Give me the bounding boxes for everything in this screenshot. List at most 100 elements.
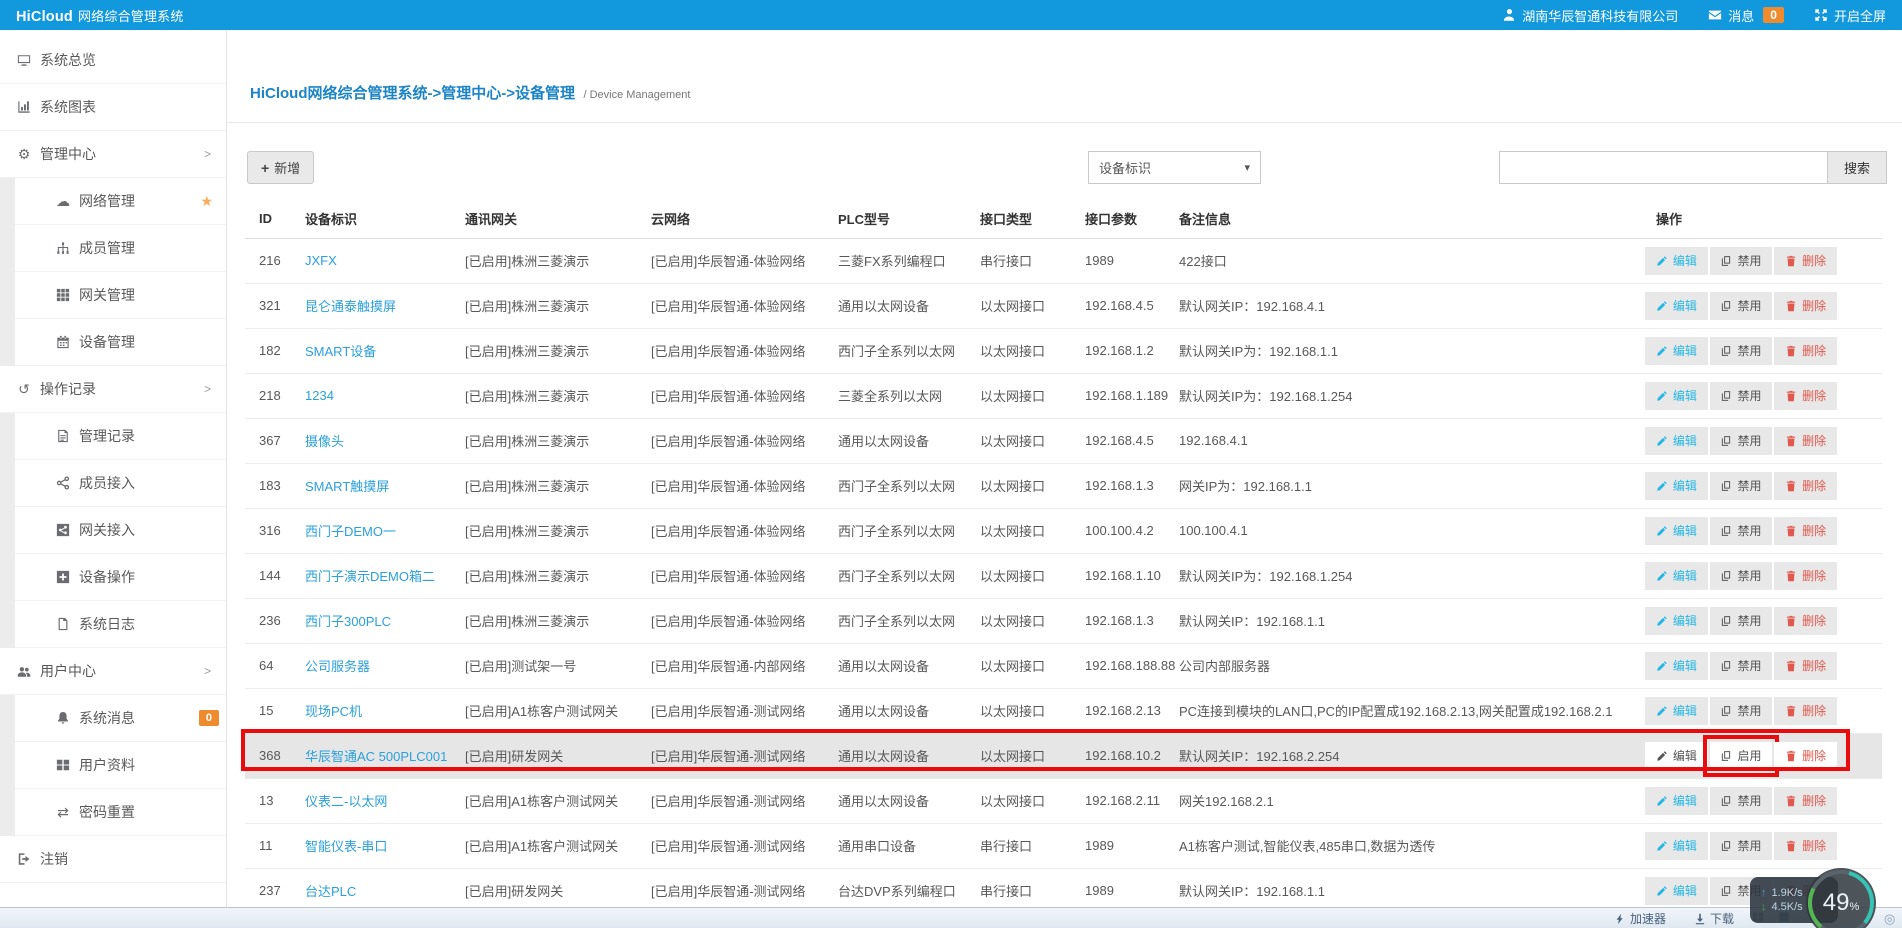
sidebar-item-gateway-access[interactable]: 网关接入 <box>15 507 226 554</box>
delete-button[interactable]: 删除 <box>1774 742 1837 770</box>
delete-button[interactable]: 删除 <box>1774 562 1837 590</box>
sidebar-item-operation-records[interactable]: ↺操作记录> <box>0 366 226 413</box>
device-name-link[interactable]: 华辰智通AC 500PLC001 <box>305 749 447 764</box>
disable-button[interactable]: 禁用 <box>1710 247 1773 275</box>
sidebar-item-password-reset[interactable]: ⇄密码重置 <box>15 789 226 836</box>
device-name-link[interactable]: 公司服务器 <box>305 659 370 674</box>
disable-button[interactable]: 禁用 <box>1710 382 1773 410</box>
filter-field-select[interactable]: 设备标识 ▾ <box>1088 151 1261 184</box>
sidebar-item-member-management[interactable]: 成员管理 <box>15 225 226 272</box>
sidebar-item-member-access[interactable]: 成员接入 <box>15 460 226 507</box>
edit-button[interactable]: 编辑 <box>1645 877 1708 905</box>
disable-button[interactable]: 禁用 <box>1710 607 1773 635</box>
plc-model-cell: 通用以太网设备 <box>838 733 980 778</box>
sidebar-item-device-operation[interactable]: 设备操作 <box>15 554 226 601</box>
device-name-link[interactable]: 摄像头 <box>305 434 344 449</box>
trash-icon <box>1785 750 1797 762</box>
delete-button[interactable]: 删除 <box>1774 427 1837 455</box>
accelerator-button[interactable]: 加速器 <box>1614 910 1666 927</box>
edit-button[interactable]: 编辑 <box>1645 517 1708 545</box>
search-input[interactable] <box>1499 151 1827 184</box>
delete-button[interactable]: 删除 <box>1774 382 1837 410</box>
edit-button[interactable]: 编辑 <box>1645 697 1708 725</box>
sidebar-item-management-center[interactable]: ⚙管理中心> <box>0 131 226 178</box>
sidebar-item-user-center[interactable]: 用户中心> <box>0 648 226 695</box>
trash-icon <box>1785 525 1797 537</box>
device-name-link[interactable]: 西门子演示DEMO箱二 <box>305 569 435 584</box>
edit-button[interactable]: 编辑 <box>1645 742 1708 770</box>
device-name-link[interactable]: 现场PC机 <box>305 704 362 719</box>
delete-button[interactable]: 删除 <box>1774 787 1837 815</box>
edit-button[interactable]: 编辑 <box>1645 337 1708 365</box>
delete-button[interactable]: 删除 <box>1774 607 1837 635</box>
sidebar-item-system-charts[interactable]: 系统图表 <box>0 84 226 131</box>
edit-button[interactable]: 编辑 <box>1645 292 1708 320</box>
device-name-link[interactable]: SMART触摸屏 <box>305 479 389 494</box>
sidebar-item-network-management[interactable]: ☁网络管理★ <box>15 178 226 225</box>
device-name-link[interactable]: 昆仑通泰触摸屏 <box>305 299 396 314</box>
search-button[interactable]: 搜索 <box>1827 151 1887 184</box>
edit-button[interactable]: 编辑 <box>1645 427 1708 455</box>
delete-button[interactable]: 删除 <box>1774 247 1837 275</box>
edit-button[interactable]: 编辑 <box>1645 247 1708 275</box>
download-progress-widget[interactable]: 49% <box>1806 868 1876 928</box>
column-header-7: 备注信息 <box>1179 200 1645 238</box>
delete-button[interactable]: 删除 <box>1774 697 1837 725</box>
delete-button[interactable]: 删除 <box>1774 517 1837 545</box>
main-content: HiCloud网络综合管理系统->管理中心->设备管理 / Device Man… <box>227 30 1902 928</box>
sidebar-item-system-logs[interactable]: 系统日志 <box>15 601 226 648</box>
delete-button[interactable]: 删除 <box>1774 832 1837 860</box>
edit-button[interactable]: 编辑 <box>1645 832 1708 860</box>
edit-button[interactable]: 编辑 <box>1645 382 1708 410</box>
sidebar-item-management-records[interactable]: 管理记录 <box>15 413 226 460</box>
edit-button[interactable]: 编辑 <box>1645 787 1708 815</box>
disable-button[interactable]: 禁用 <box>1710 427 1773 455</box>
interface-type-cell: 以太网接口 <box>980 463 1085 508</box>
help-icon[interactable]: ◎ <box>1884 911 1895 927</box>
disable-button[interactable]: 禁用 <box>1710 652 1773 680</box>
disable-button[interactable]: 禁用 <box>1710 337 1773 365</box>
disable-button[interactable]: 禁用 <box>1710 517 1773 545</box>
messages-menu[interactable]: 消息 0 <box>1708 6 1784 25</box>
download-icon <box>1694 913 1706 925</box>
sidebar-item-system-messages[interactable]: 系统消息0 <box>15 695 226 742</box>
sidebar: 系统总览系统图表⚙管理中心>☁网络管理★成员管理网关管理设备管理↺操作记录>管理… <box>0 30 227 928</box>
device-name-link[interactable]: SMART设备 <box>305 344 376 359</box>
brand-rest: 网络综合管理系统 <box>78 9 184 24</box>
disable-button[interactable]: 禁用 <box>1710 562 1773 590</box>
delete-button[interactable]: 删除 <box>1774 292 1837 320</box>
sidebar-item-logout[interactable]: 注销 <box>0 836 226 883</box>
disable-button[interactable]: 禁用 <box>1710 292 1773 320</box>
sidebar-item-label: 操作记录 <box>40 379 96 399</box>
device-name-link[interactable]: 西门子DEMO一 <box>305 524 396 539</box>
device-name-link[interactable]: JXFX <box>305 253 337 268</box>
delete-button[interactable]: 删除 <box>1774 472 1837 500</box>
sidebar-item-gateway-management[interactable]: 网关管理 <box>15 272 226 319</box>
disable-button[interactable]: 禁用 <box>1710 697 1773 725</box>
sidebar-item-system-overview[interactable]: 系统总览 <box>0 37 226 84</box>
device-name-link[interactable]: 台达PLC <box>305 884 356 899</box>
cloud-network-cell: [已启用]华辰智通-体验网络 <box>651 373 838 418</box>
delete-button[interactable]: 删除 <box>1774 652 1837 680</box>
device-name-link[interactable]: 仪表二-以太网 <box>305 794 387 809</box>
device-name-link[interactable]: 西门子300PLC <box>305 614 391 629</box>
edit-button[interactable]: 编辑 <box>1645 472 1708 500</box>
calendar-icon <box>56 335 70 349</box>
disable-button[interactable]: 禁用 <box>1710 832 1773 860</box>
add-device-button[interactable]: + 新增 <box>247 151 314 184</box>
company-menu[interactable]: 湖南华辰智通科技有限公司 <box>1502 6 1678 25</box>
enable-button[interactable]: 启用 <box>1710 742 1773 770</box>
disable-button[interactable]: 禁用 <box>1710 787 1773 815</box>
edit-button[interactable]: 编辑 <box>1645 607 1708 635</box>
download-button[interactable]: 下载 <box>1694 910 1734 927</box>
device-name-link[interactable]: 1234 <box>305 388 334 403</box>
edit-button[interactable]: 编辑 <box>1645 652 1708 680</box>
device-name-link[interactable]: 智能仪表-串口 <box>305 839 387 854</box>
sidebar-item-device-management[interactable]: 设备管理 <box>15 319 226 366</box>
sidebar-item-user-profile[interactable]: 用户资料 <box>15 742 226 789</box>
edit-button[interactable]: 编辑 <box>1645 562 1708 590</box>
disable-button[interactable]: 禁用 <box>1710 472 1773 500</box>
favorite-star-icon[interactable]: ★ <box>200 193 213 210</box>
delete-button[interactable]: 删除 <box>1774 337 1837 365</box>
fullscreen-button[interactable]: 开启全屏 <box>1814 6 1886 25</box>
